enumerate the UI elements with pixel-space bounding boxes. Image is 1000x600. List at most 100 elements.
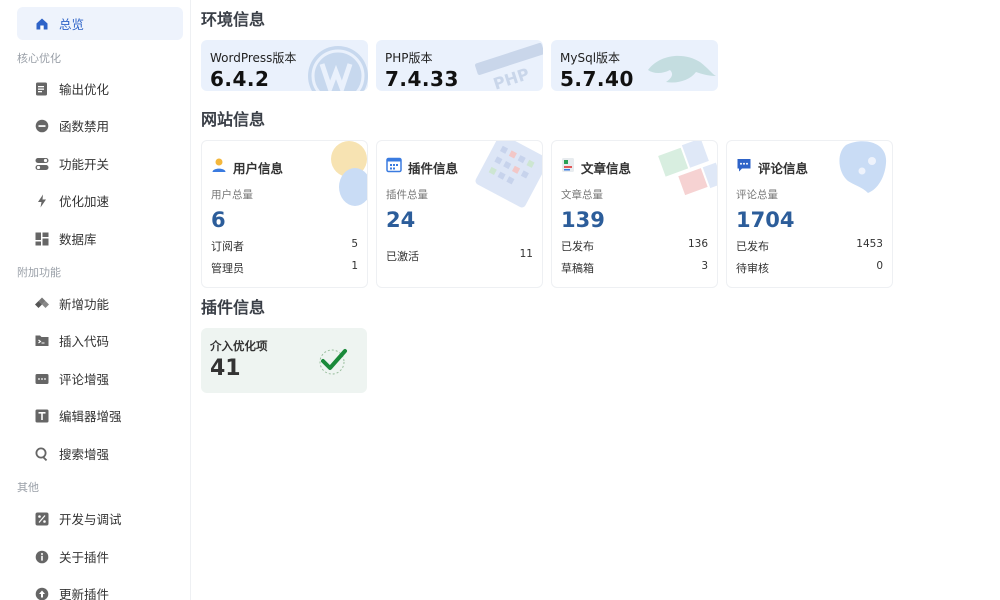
sidebar-item-toggles[interactable]: 功能开关: [17, 147, 183, 180]
comment-bubble-icon: [736, 157, 752, 177]
site-card-row: 已发布 136: [561, 238, 708, 254]
env-value: 6.4.2: [210, 67, 270, 91]
sidebar-item-dev-debug[interactable]: 开发与调试: [17, 502, 183, 535]
sidebar-item-label: 总览: [59, 17, 85, 32]
percent-badge-icon: [34, 511, 49, 526]
sidebar-item-label: 优化加速: [59, 194, 110, 209]
site-card-title: 插件信息: [408, 160, 459, 176]
sidebar-item-label: 函数禁用: [59, 119, 110, 134]
site-card-subtitle: 评论总量: [736, 189, 778, 201]
site-card-posts: 文章信息 文章总量 139 已发布 136 草稿箱 3: [551, 140, 718, 288]
code-folder-icon: [34, 333, 49, 348]
site-card-row: 管理员 1: [211, 260, 358, 276]
row-value: 1: [351, 260, 358, 272]
sidebar-item-label: 新增功能: [59, 297, 110, 312]
text-format-icon: [34, 408, 49, 423]
row-key: 已发布: [736, 240, 769, 253]
site-card-total: 139: [561, 208, 605, 232]
toggle-icon: [34, 156, 49, 171]
row-key: 草稿箱: [561, 262, 594, 275]
site-card-total: 1704: [736, 208, 795, 232]
user-icon: [211, 157, 227, 177]
info-icon: [34, 549, 49, 564]
nav-group-extra: 附加功能: [17, 266, 61, 279]
env-section-title: 环境信息: [201, 10, 266, 29]
row-value: 1453: [856, 238, 883, 250]
site-card-header: 评论信息: [736, 157, 883, 177]
env-value: 7.4.33: [385, 67, 459, 91]
site-card-subtitle: 用户总量: [211, 189, 253, 201]
ban-icon: [34, 118, 49, 133]
search-icon: [34, 446, 49, 461]
puzzle-icon: [34, 296, 49, 311]
env-label: PHP版本: [385, 51, 433, 65]
site-card-row: 订阅者 5: [211, 238, 358, 254]
posts-deco-blocks: [658, 141, 717, 196]
sidebar-item-functions[interactable]: 函数禁用: [17, 109, 183, 142]
upload-icon: [34, 586, 49, 600]
site-card-title: 用户信息: [233, 160, 284, 176]
sidebar-item-label: 关于插件: [59, 550, 110, 565]
env-card-wordpress: WordPress版本 6.4.2: [201, 40, 368, 91]
sidebar-item-editor[interactable]: 编辑器增强: [17, 399, 183, 432]
site-section-title: 网站信息: [201, 110, 266, 129]
site-card-subtitle: 插件总量: [386, 189, 428, 201]
site-card-header: 文章信息: [561, 157, 708, 177]
sidebar-item-label: 评论增强: [59, 372, 110, 387]
env-label: MySql版本: [560, 51, 621, 65]
site-card-title: 文章信息: [581, 160, 632, 176]
site-card-row: 待审核 0: [736, 260, 883, 276]
sidebar-item-search[interactable]: 搜索增强: [17, 437, 183, 470]
env-value: 5.7.40: [560, 67, 634, 91]
article-icon: [561, 157, 575, 177]
site-card-total: 24: [386, 208, 416, 232]
calendar-grid-icon: [386, 157, 402, 177]
plugin-section-title: 插件信息: [201, 298, 266, 317]
sidebar-item-database[interactable]: 数据库: [17, 222, 183, 255]
sidebar-item-label: 开发与调试: [59, 512, 122, 527]
sidebar-item-label: 功能开关: [59, 157, 110, 172]
nav-group-other: 其他: [17, 481, 39, 494]
sidebar-item-about[interactable]: 关于插件: [17, 540, 183, 573]
site-card-row: 草稿箱 3: [561, 260, 708, 276]
site-card-header: 插件信息: [386, 157, 533, 177]
site-card-row: 已激活 11: [386, 248, 533, 264]
sidebar-item-label: 数据库: [59, 232, 97, 247]
site-card-users: 用户信息 用户总量 6 订阅者 5 管理员 1: [201, 140, 368, 288]
comment-dots-icon: [34, 371, 49, 386]
row-key: 已激活: [386, 250, 419, 263]
sidebar-item-speed[interactable]: 优化加速: [17, 184, 183, 217]
row-value: 11: [519, 248, 533, 260]
site-card-row: 已发布 1453: [736, 238, 883, 254]
sidebar-item-label: 编辑器增强: [59, 409, 122, 424]
sidebar: 总览 核心优化 输出优化 函数禁用 功能开关 优化加速 数据库 附加功能 新增功…: [0, 0, 191, 600]
plugin-card-optimizations: 介入优化项 41: [201, 328, 367, 393]
sidebar-item-comments[interactable]: 评论增强: [17, 362, 183, 395]
env-card-mysql: MySql版本 5.7.40: [551, 40, 718, 91]
site-card-title: 评论信息: [758, 160, 809, 176]
site-card-subtitle: 文章总量: [561, 189, 603, 201]
sidebar-item-update[interactable]: 更新插件: [17, 577, 183, 600]
sidebar-item-label: 更新插件: [59, 587, 110, 600]
site-card-total: 6: [211, 208, 226, 232]
sidebar-item-label: 输出优化: [59, 82, 110, 97]
site-card-comments: 评论信息 评论总量 1704 已发布 1453 待审核 0: [726, 140, 893, 288]
sidebar-item-output[interactable]: 输出优化: [17, 72, 183, 105]
sidebar-item-label: 插入代码: [59, 334, 110, 349]
sidebar-item-insert-code[interactable]: 插入代码: [17, 324, 183, 357]
sidebar-item-overview[interactable]: 总览: [17, 7, 183, 40]
env-card-php: PHP版本 7.4.33 PHP: [376, 40, 543, 91]
row-key: 订阅者: [211, 240, 244, 253]
database-grid-icon: [34, 231, 49, 246]
row-key: 管理员: [211, 262, 244, 275]
plugins-deco-calendar: [475, 141, 542, 208]
row-value: 0: [876, 260, 883, 272]
site-card-plugins: 插件信息 插件总量 24 已激活 11: [376, 140, 543, 288]
site-card-header: 用户信息: [211, 157, 358, 177]
lightning-icon: [34, 193, 49, 208]
sidebar-item-label: 搜索增强: [59, 447, 110, 462]
row-value: 136: [687, 238, 708, 250]
env-label: WordPress版本: [210, 51, 297, 65]
sidebar-item-new-features[interactable]: 新增功能: [17, 287, 183, 320]
row-key: 已发布: [561, 240, 594, 253]
